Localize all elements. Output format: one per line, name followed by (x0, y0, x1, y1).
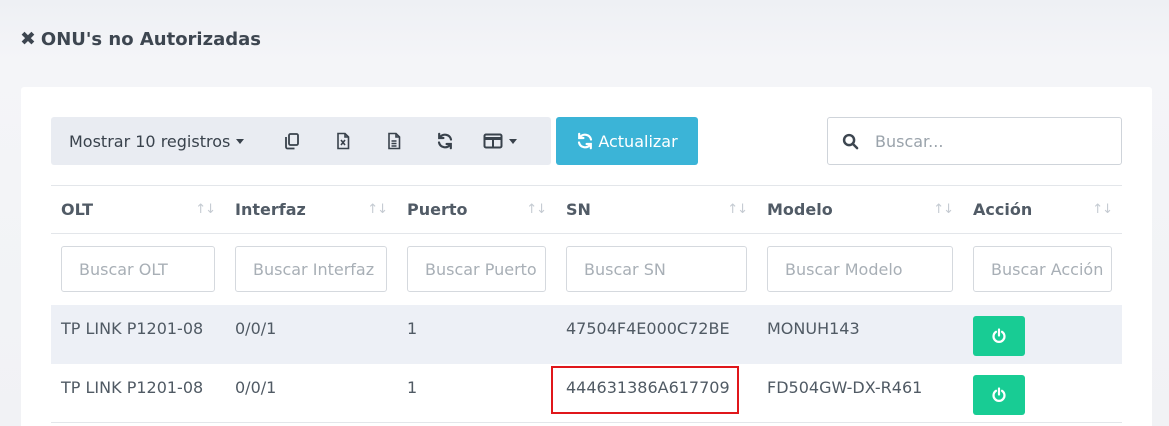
cell-sn: 444631386A617709 (551, 363, 757, 423)
column-header-interfaz[interactable]: Interfaz ↑↓ (225, 185, 397, 234)
authorize-button[interactable] (973, 315, 1025, 356)
filter-row (51, 233, 1122, 305)
filter-interfaz-input[interactable] (235, 246, 387, 293)
sort-icon: ↑↓ (1092, 202, 1113, 217)
cell-modelo: FD504GW-DX-R461 (757, 363, 963, 423)
column-header-accion[interactable]: Acción ↑↓ (963, 185, 1122, 234)
excel-icon (336, 132, 349, 150)
filter-sn-input[interactable] (566, 246, 747, 293)
cell-olt: TP LINK P1201-08 (51, 304, 225, 364)
csv-icon (387, 132, 400, 150)
onu-table: OLT ↑↓ Interfaz ↑↓ Puerto ↑↓ SN ↑↓ Modelo ↑↓ … (51, 185, 1122, 423)
cell-puerto: 1 (397, 304, 556, 364)
columns-icon (483, 133, 503, 149)
page-length-dropdown[interactable]: Mostrar 10 registros (51, 117, 266, 165)
cell-interfaz: 0/0/1 (225, 304, 397, 364)
column-header-puerto[interactable]: Puerto ↑↓ (397, 185, 556, 234)
column-header-olt[interactable]: OLT ↑↓ (51, 185, 225, 234)
caret-down-icon (509, 138, 517, 144)
copy-icon (284, 133, 299, 150)
filter-accion-input[interactable] (973, 246, 1112, 293)
reload-icon (437, 132, 452, 150)
power-icon (992, 386, 1006, 402)
copy-button[interactable] (266, 117, 317, 165)
filter-modelo-input[interactable] (767, 246, 953, 293)
sort-icon: ↑↓ (367, 202, 388, 217)
page-title: ✖ ONU's no Autorizadas (20, 29, 261, 50)
authorize-button[interactable] (973, 374, 1025, 415)
caret-down-icon (236, 138, 245, 144)
cell-puerto: 1 (397, 363, 556, 423)
table-row: TP LINK P1201-08 0/0/1 1 444631386A61770… (51, 363, 1122, 423)
search-input[interactable] (875, 131, 1105, 151)
page-length-label: Mostrar 10 registros (69, 131, 231, 151)
excel-export-button[interactable] (317, 117, 368, 165)
cell-accion (963, 363, 1122, 423)
update-button-label: Actualizar (598, 131, 678, 151)
cell-interfaz: 0/0/1 (225, 363, 397, 423)
cell-accion (963, 304, 1122, 364)
table-toolbar: Mostrar 10 registros (51, 117, 551, 165)
table-row: TP LINK P1201-08 0/0/1 1 47504F4E000C72B… (51, 304, 1122, 364)
update-button[interactable]: Actualizar (556, 117, 698, 165)
cell-sn-value: 444631386A617709 (566, 377, 730, 397)
sync-icon (578, 132, 593, 150)
column-visibility-dropdown[interactable] (470, 117, 530, 165)
search-icon (842, 133, 859, 149)
filter-puerto-input[interactable] (407, 246, 546, 293)
column-header-modelo[interactable]: Modelo ↑↓ (757, 185, 963, 234)
reload-button[interactable] (419, 117, 470, 165)
filter-olt-input[interactable] (61, 246, 215, 293)
table-header-row: OLT ↑↓ Interfaz ↑↓ Puerto ↑↓ SN ↑↓ Modelo ↑↓ … (51, 185, 1122, 234)
cell-modelo: MONUH143 (757, 304, 963, 364)
page-title-text: ONU's no Autorizadas (40, 29, 261, 50)
sort-icon: ↑↓ (526, 202, 547, 217)
sort-icon: ↑↓ (195, 202, 216, 217)
power-icon (992, 327, 1006, 343)
cell-olt: TP LINK P1201-08 (51, 363, 225, 423)
column-header-sn[interactable]: SN ↑↓ (556, 185, 757, 234)
csv-export-button[interactable] (368, 117, 419, 165)
cell-sn: 47504F4E000C72BE (556, 304, 757, 364)
sort-icon: ↑↓ (727, 202, 748, 217)
global-search (827, 117, 1122, 165)
sort-icon: ↑↓ (933, 202, 954, 217)
close-icon[interactable]: ✖ (20, 30, 36, 49)
content-card: Mostrar 10 registros Actualizar Buscar..… (21, 87, 1152, 426)
